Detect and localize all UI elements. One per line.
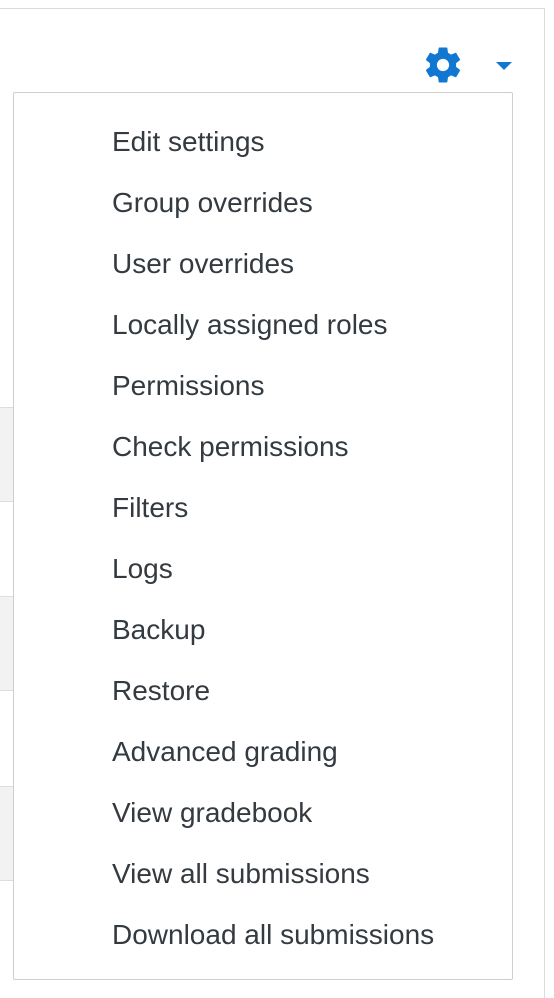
menu-item-edit-settings[interactable]: Edit settings <box>14 111 512 172</box>
menu-item-permissions[interactable]: Permissions <box>14 355 512 416</box>
menu-item-backup[interactable]: Backup <box>14 599 512 660</box>
menu-item-filters[interactable]: Filters <box>14 477 512 538</box>
page: Edit settings Group overrides User overr… <box>0 0 554 998</box>
menu-item-group-overrides[interactable]: Group overrides <box>14 172 512 233</box>
actions-menu-button[interactable] <box>418 40 518 90</box>
menu-item-restore[interactable]: Restore <box>14 660 512 721</box>
actions-dropdown-menu: Edit settings Group overrides User overr… <box>13 92 513 980</box>
menu-item-advanced-grading[interactable]: Advanced grading <box>14 721 512 782</box>
caret-down-icon <box>496 62 512 70</box>
menu-item-user-overrides[interactable]: User overrides <box>14 233 512 294</box>
menu-item-check-permissions[interactable]: Check permissions <box>14 416 512 477</box>
menu-item-view-gradebook[interactable]: View gradebook <box>14 782 512 843</box>
menu-item-download-all-submissions[interactable]: Download all submissions <box>14 904 512 965</box>
menu-item-view-all-submissions[interactable]: View all submissions <box>14 843 512 904</box>
menu-item-logs[interactable]: Logs <box>14 538 512 599</box>
menu-item-locally-assigned-roles[interactable]: Locally assigned roles <box>14 294 512 355</box>
gear-icon <box>425 47 461 83</box>
